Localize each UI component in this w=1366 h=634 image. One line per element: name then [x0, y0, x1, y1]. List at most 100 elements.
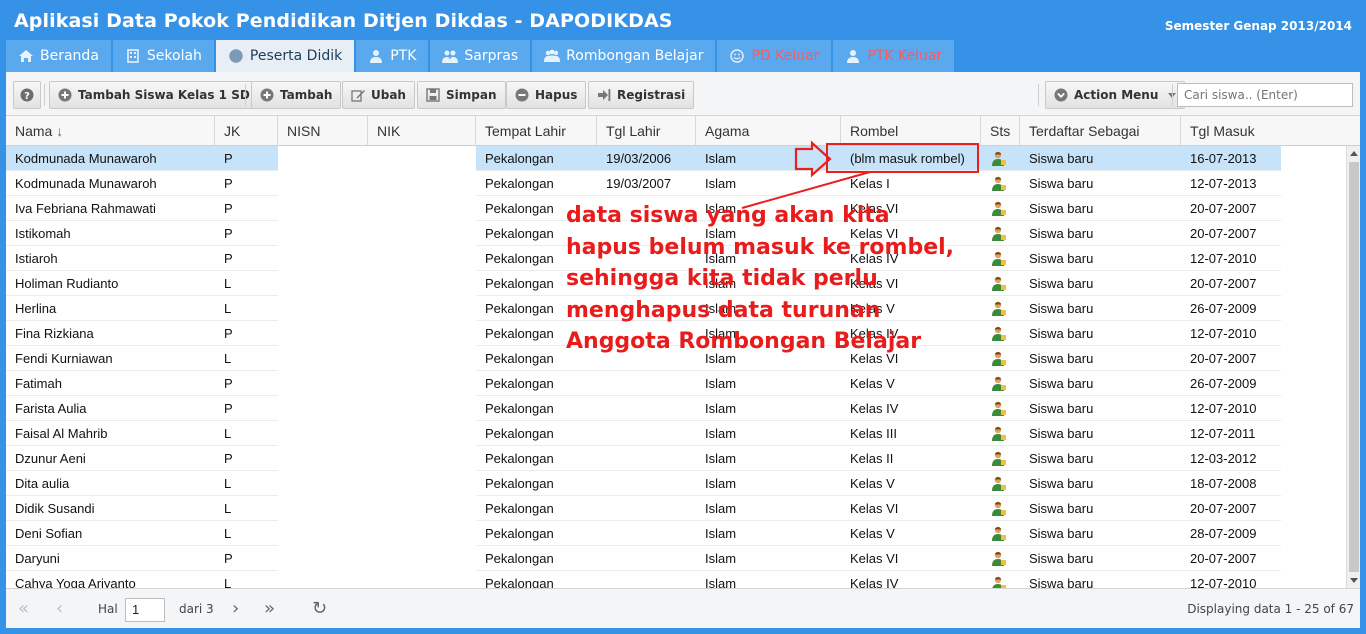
- cell-nama: Iva Febriana Rahmawati: [15, 201, 156, 216]
- cell-tgl-lahir: [597, 546, 696, 571]
- minus-circle-icon: [515, 88, 529, 102]
- cell-tgl-masuk: 20-07-2007: [1190, 351, 1257, 366]
- cell-terdaftar: Siswa baru: [1029, 476, 1094, 491]
- cell-agama: Islam: [705, 551, 737, 566]
- scroll-up-icon[interactable]: [1350, 151, 1358, 156]
- vertical-scrollbar[interactable]: [1346, 146, 1360, 588]
- cell-tgl-lahir: [597, 421, 696, 446]
- table-row[interactable]: Kodmunada Munawaroh P Pekalongan 19/03/2006…: [6, 146, 1346, 171]
- cell-jk: L: [224, 276, 232, 291]
- tab-label: Rombongan Belajar: [566, 48, 704, 64]
- column-header-nama[interactable]: Nama ↓: [6, 116, 215, 146]
- table-row[interactable]: Fatimah P Pekalongan Islam Kelas V Siswa baru…: [6, 371, 1346, 396]
- table-row[interactable]: Cahya Yoga Ariyanto L Pekalongan Islam Kelas…: [6, 571, 1346, 588]
- table-row[interactable]: Deni Sofian L Pekalongan Islam Kelas V Siswa …: [6, 521, 1346, 546]
- grid-header: Nama ↓ JK NISN NIK Tempat Lahir Tgl Lahi…: [6, 116, 1360, 146]
- cell-nama: Istikomah: [15, 226, 71, 241]
- table-row[interactable]: Dita aulia L Pekalongan Islam Kelas V Siswa b…: [6, 471, 1346, 496]
- cell-jk: L: [224, 526, 232, 541]
- column-header-agama[interactable]: Agama: [696, 116, 841, 146]
- help-button[interactable]: ?: [13, 81, 41, 109]
- cell-nama: Deni Sofian: [15, 526, 83, 541]
- sign-in-icon: [597, 88, 611, 102]
- tab-label: PTK: [390, 48, 417, 64]
- next-page-icon[interactable]: ›: [232, 600, 239, 618]
- prev-page-icon[interactable]: ‹: [56, 600, 63, 618]
- last-page-icon[interactable]: »: [264, 600, 275, 618]
- tambah-button[interactable]: Tambah: [251, 81, 342, 109]
- action-menu-button[interactable]: Action Menu: [1045, 81, 1186, 109]
- cell-sts: [981, 496, 1020, 521]
- cell-terdaftar: Siswa baru: [1029, 376, 1094, 391]
- cell-sts: [981, 371, 1020, 396]
- column-header-sts[interactable]: Sts: [981, 116, 1020, 146]
- registrasi-button[interactable]: Registrasi: [588, 81, 695, 109]
- hapus-button[interactable]: Hapus: [506, 81, 587, 109]
- semester-label: Semester Genap 2013/2014: [1164, 19, 1352, 33]
- cell-jk: P: [224, 326, 233, 341]
- cell-terdaftar: Siswa baru: [1029, 501, 1094, 516]
- tab-rombongan-belajar[interactable]: Rombongan Belajar: [532, 40, 716, 72]
- scroll-thumb[interactable]: [1349, 162, 1359, 572]
- cell-rombel: Kelas V: [850, 376, 895, 391]
- table-row[interactable]: Kodmunada Munawaroh P Pekalongan 19/03/2007…: [6, 171, 1346, 196]
- cell-jk: P: [224, 226, 233, 241]
- cell-tgl-masuk: 20-07-2007: [1190, 226, 1257, 241]
- tab-pd-keluar[interactable]: PD Keluar: [717, 40, 832, 72]
- student-status-icon: [992, 551, 1006, 566]
- cell-jk: L: [224, 351, 232, 366]
- tab-ptk-keluar[interactable]: PTK Keluar: [833, 40, 955, 72]
- refresh-icon[interactable]: ↻: [312, 600, 327, 618]
- column-header-terdaftar[interactable]: Terdaftar Sebagai: [1020, 116, 1181, 146]
- first-page-icon[interactable]: «: [18, 600, 29, 618]
- tab-ptk[interactable]: PTK: [356, 40, 429, 72]
- table-row[interactable]: Daryuni P Pekalongan Islam Kelas VI Siswa bar…: [6, 546, 1346, 571]
- cell-jk: P: [224, 201, 233, 216]
- page-input[interactable]: 1: [125, 598, 165, 622]
- cell-jk: L: [224, 301, 232, 316]
- tambah-kelas1-button[interactable]: Tambah Siswa Kelas 1 SD: [49, 81, 259, 109]
- cell-tempat-lahir: Pekalongan: [485, 501, 554, 516]
- cell-agama: Islam: [705, 451, 737, 466]
- cell-jk: P: [224, 376, 233, 391]
- column-header-rombel[interactable]: Rombel: [841, 116, 981, 146]
- plus-circle-icon: [260, 88, 274, 102]
- cell-jk: P: [224, 251, 233, 266]
- app-title: Aplikasi Data Pokok Pendidikan Ditjen Di…: [14, 10, 673, 32]
- cell-tempat-lahir: Pekalongan: [485, 576, 554, 588]
- cell-tempat-lahir: Pekalongan: [485, 426, 554, 441]
- pagination-bar: « ‹ Hal 1 dari 3 › » ↻ Displaying data 1…: [6, 588, 1360, 628]
- tab-sekolah[interactable]: Sekolah: [112, 40, 214, 72]
- ubah-button[interactable]: Ubah: [342, 81, 415, 109]
- cell-terdaftar: Siswa baru: [1029, 401, 1094, 416]
- scroll-down-icon[interactable]: [1350, 578, 1358, 583]
- cell-nama: Didik Susandi: [15, 501, 95, 516]
- column-header-tempat-lahir[interactable]: Tempat Lahir: [476, 116, 597, 146]
- column-header-tgl-lahir[interactable]: Tgl Lahir: [597, 116, 696, 146]
- table-row[interactable]: Faisal Al Mahrib L Pekalongan Islam Kelas II…: [6, 421, 1346, 446]
- cell-terdaftar: Siswa baru: [1029, 276, 1094, 291]
- search-input[interactable]: [1177, 83, 1353, 107]
- student-status-icon: [992, 201, 1006, 216]
- cell-tempat-lahir: Pekalongan: [485, 526, 554, 541]
- cell-sts: [981, 471, 1020, 496]
- cell-sts: [981, 321, 1020, 346]
- tab-peserta-didik[interactable]: Peserta Didik: [215, 40, 355, 72]
- cell-tgl-masuk: 26-07-2009: [1190, 376, 1257, 391]
- column-header-jk[interactable]: JK: [215, 116, 278, 146]
- tab-beranda[interactable]: Beranda: [6, 40, 111, 72]
- cell-rombel: Kelas IV: [850, 401, 899, 416]
- cell-sts: [981, 521, 1020, 546]
- table-row[interactable]: Didik Susandi L Pekalongan Islam Kelas VI Sis…: [6, 496, 1346, 521]
- tab-sarpras[interactable]: Sarpras: [430, 40, 531, 72]
- simpan-button[interactable]: Simpan: [417, 81, 506, 109]
- cell-jk: P: [215, 146, 278, 171]
- column-header-nik[interactable]: NIK: [368, 116, 476, 146]
- table-row[interactable]: Dzunur Aeni P Pekalongan Islam Kelas II Siswa…: [6, 446, 1346, 471]
- tab-label: Sekolah: [146, 48, 202, 64]
- table-row[interactable]: Farista Aulia P Pekalongan Islam Kelas IV Sis…: [6, 396, 1346, 421]
- column-header-nisn[interactable]: NISN: [278, 116, 368, 146]
- cell-nama: Fina Rizkiana: [15, 326, 94, 341]
- sort-desc-icon: ↓: [56, 123, 64, 139]
- column-header-tgl-masuk[interactable]: Tgl Masuk: [1181, 116, 1346, 146]
